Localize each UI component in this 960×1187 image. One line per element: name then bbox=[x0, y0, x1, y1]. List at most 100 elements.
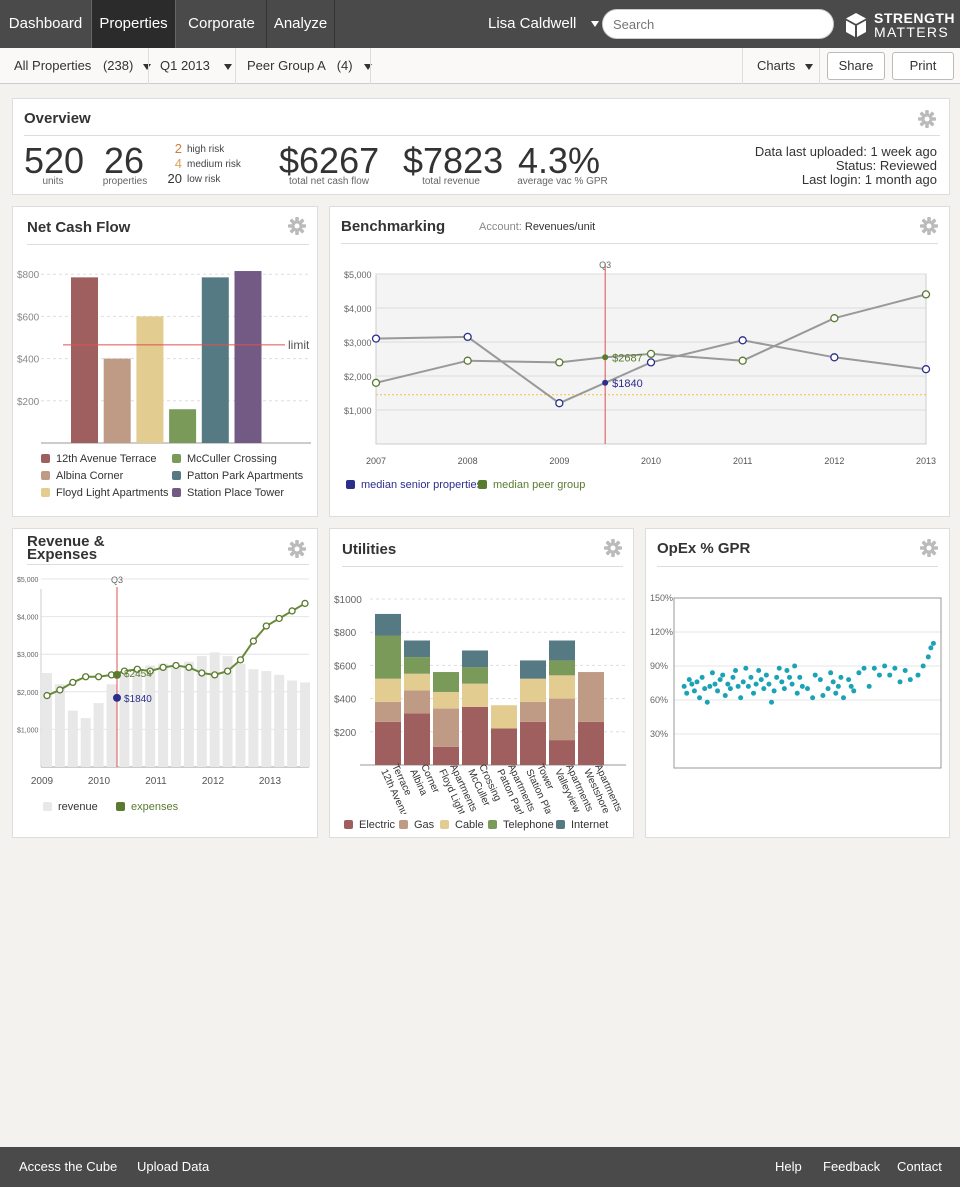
filter-divider bbox=[148, 48, 149, 84]
access-cube-link[interactable]: Access the Cube bbox=[19, 1147, 117, 1187]
properties-count: (238) bbox=[102, 58, 134, 73]
feedback-link[interactable]: Feedback bbox=[823, 1147, 880, 1187]
y-tick-label: $2,000 bbox=[344, 372, 372, 382]
stacked-bar-segment bbox=[404, 640, 430, 658]
legend-label: Internet bbox=[571, 819, 609, 831]
user-menu[interactable]: Lisa Caldwell bbox=[488, 0, 599, 48]
scatter-point bbox=[840, 695, 846, 701]
data-point bbox=[463, 332, 472, 342]
review-status: Status: Reviewed bbox=[835, 158, 937, 173]
tab-dashboard[interactable]: Dashboard bbox=[0, 0, 91, 48]
scatter-point bbox=[766, 681, 772, 687]
contact-link[interactable]: Contact bbox=[897, 1147, 942, 1187]
gear-icon[interactable] bbox=[920, 217, 938, 235]
revenue-bar bbox=[93, 703, 104, 767]
scatter-point bbox=[715, 688, 721, 694]
print-button[interactable]: Print bbox=[892, 52, 954, 80]
account-selector[interactable]: Account: Revenues/unit bbox=[479, 221, 595, 233]
gear-icon[interactable] bbox=[288, 217, 306, 235]
tab-properties[interactable]: Properties bbox=[91, 0, 176, 48]
charts-dropdown[interactable]: Charts bbox=[757, 48, 813, 84]
scatter-point bbox=[733, 668, 739, 674]
scatter-point bbox=[887, 672, 893, 678]
scatter-point bbox=[727, 686, 733, 692]
overview-title: Overview bbox=[24, 110, 91, 127]
revenue-bar bbox=[209, 652, 220, 767]
x-tick-label: 2011 bbox=[145, 776, 167, 787]
scatter-point bbox=[751, 690, 757, 696]
stacked-bar-segment bbox=[491, 728, 517, 765]
share-button[interactable]: Share bbox=[827, 52, 885, 80]
scatter-point bbox=[787, 674, 793, 680]
gear-icon[interactable] bbox=[918, 110, 936, 128]
net-cash-flow-value: $6267 bbox=[279, 140, 380, 181]
stacked-bar-segment bbox=[375, 613, 401, 636]
stacked-bar-segment bbox=[462, 683, 488, 707]
data-point bbox=[371, 378, 381, 387]
legend-label: Patton Park Apartments bbox=[187, 470, 304, 482]
properties-label: properties bbox=[102, 176, 148, 187]
scatter-point bbox=[915, 672, 921, 678]
x-tick-label: 2012 bbox=[824, 456, 844, 466]
properties-filter[interactable]: All Properties (238) bbox=[14, 48, 151, 84]
callout-label: $2687 bbox=[612, 352, 643, 364]
legend-label: median senior properties bbox=[361, 479, 483, 491]
limit-label: limit bbox=[288, 338, 310, 352]
data-point bbox=[249, 637, 258, 645]
legend-item: revenue bbox=[43, 801, 98, 813]
legend-swatch bbox=[488, 820, 497, 829]
stacked-bar-segment bbox=[375, 678, 401, 702]
gear-icon[interactable] bbox=[604, 539, 622, 557]
stacked-bar-segment bbox=[520, 660, 546, 679]
net-cash-flow-chart: $200$400$600$800$1000limit bbox=[17, 270, 311, 444]
medium-risk-count: 4 bbox=[174, 156, 182, 171]
y-tick-label: $1,000 bbox=[17, 727, 39, 734]
upload-data-link[interactable]: Upload Data bbox=[137, 1147, 209, 1187]
scatter-point bbox=[776, 665, 782, 671]
logo[interactable]: STRENGTH MATTERS bbox=[845, 10, 955, 40]
y-tick-label: 60% bbox=[650, 695, 668, 705]
stacked-bar-segment bbox=[491, 705, 517, 729]
stacked-bar-segment bbox=[520, 701, 546, 722]
data-point bbox=[830, 314, 839, 323]
help-link[interactable]: Help bbox=[775, 1147, 802, 1187]
scatter-point bbox=[684, 690, 690, 696]
data-point bbox=[463, 356, 472, 365]
data-point bbox=[646, 349, 656, 359]
scatter-point bbox=[928, 645, 934, 651]
stacked-bar-segment bbox=[520, 678, 546, 702]
peer-group-filter[interactable]: Peer Group A (4) bbox=[247, 48, 373, 84]
high-risk-count: 2 bbox=[174, 141, 182, 156]
quarter-filter[interactable]: Q1 2013 bbox=[160, 48, 232, 84]
scatter-point bbox=[925, 654, 931, 660]
data-point bbox=[830, 353, 839, 362]
tab-corporate[interactable]: Corporate bbox=[177, 0, 266, 48]
gear-icon[interactable] bbox=[920, 539, 938, 557]
stacked-bar-segment bbox=[520, 721, 546, 765]
scatter-point bbox=[779, 679, 785, 685]
filter-divider bbox=[742, 48, 743, 84]
filter-bar: All Properties (238) Q1 2013 Peer Group … bbox=[0, 48, 960, 84]
scatter-point bbox=[745, 683, 751, 689]
stacked-bar-segment bbox=[549, 660, 575, 676]
y-tick-label: 120% bbox=[650, 627, 673, 637]
x-tick-label: 2009 bbox=[31, 776, 54, 787]
title-line: Expenses bbox=[27, 546, 98, 563]
tab-analyze[interactable]: Analyze bbox=[267, 0, 334, 48]
vac-label: average vac % GPR bbox=[517, 176, 608, 187]
legend-swatch bbox=[346, 480, 355, 489]
gear-icon[interactable] bbox=[288, 540, 306, 558]
medium-risk-label: medium risk bbox=[187, 159, 241, 170]
legend-item: Cable bbox=[440, 819, 484, 831]
search-input[interactable] bbox=[602, 9, 834, 39]
scatter-point bbox=[709, 670, 715, 676]
scatter-point bbox=[761, 686, 767, 692]
logo-text-matters: MATTERS bbox=[874, 24, 949, 40]
legend-swatch bbox=[172, 488, 181, 497]
scatter-point bbox=[686, 677, 692, 683]
low-risk-count: 20 bbox=[167, 171, 182, 186]
scatter-point bbox=[769, 699, 775, 705]
data-point bbox=[236, 656, 245, 664]
scatter-point bbox=[781, 686, 787, 692]
account-label: Account: bbox=[479, 221, 522, 233]
